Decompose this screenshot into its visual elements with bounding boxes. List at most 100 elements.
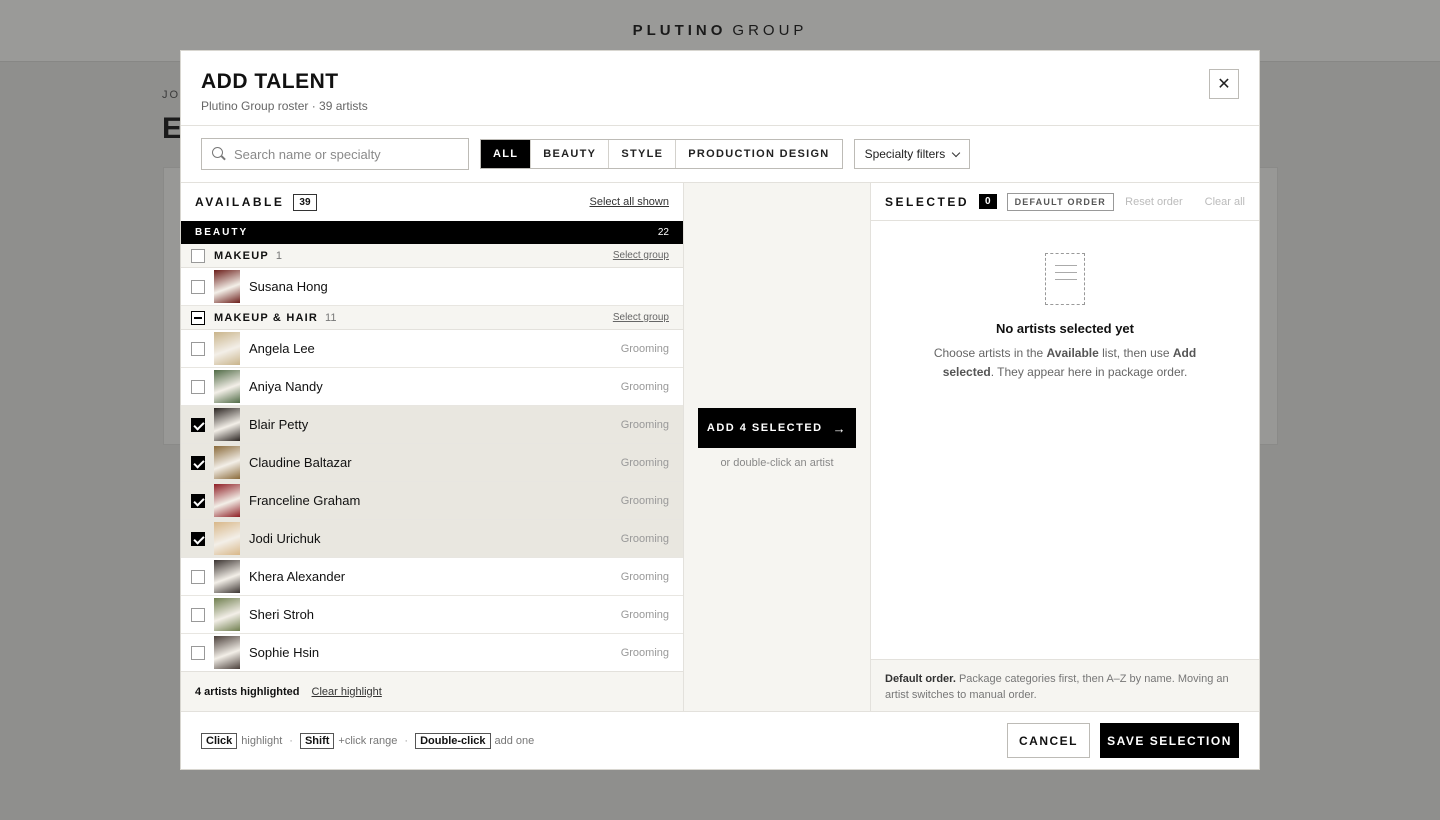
close-icon: ✕ bbox=[1217, 76, 1231, 93]
artist-row[interactable]: Khera Alexander Grooming bbox=[181, 558, 683, 596]
artist-row[interactable]: Aniya Nandy Grooming bbox=[181, 368, 683, 406]
artist-row[interactable]: Susana Hong bbox=[181, 268, 683, 306]
artist-row[interactable]: Sophie Hsin Grooming bbox=[181, 634, 683, 671]
default-order-note: Default order. Package categories first,… bbox=[871, 659, 1259, 711]
category-header-beauty: BEAUTY 22 bbox=[181, 221, 683, 244]
avatar bbox=[214, 484, 240, 517]
category-tabs: ALL BEAUTY STYLE PRODUCTION DESIGN bbox=[480, 139, 843, 169]
artist-checkbox[interactable] bbox=[191, 645, 205, 660]
artist-row[interactable]: Claudine Baltazar Grooming bbox=[181, 444, 683, 482]
category-label: BEAUTY bbox=[195, 227, 249, 238]
empty-document-icon bbox=[1045, 253, 1085, 305]
group-checkbox[interactable] bbox=[191, 310, 205, 325]
artist-row[interactable]: Angela Lee Grooming bbox=[181, 330, 683, 368]
select-group-link[interactable]: Select group bbox=[613, 250, 669, 261]
tab-style[interactable]: STYLE bbox=[609, 140, 677, 168]
modal-subtitle: Plutino Group roster · 39 artists bbox=[201, 99, 368, 113]
artist-checkbox[interactable] bbox=[191, 569, 205, 584]
avatar bbox=[214, 560, 240, 593]
artist-row[interactable]: Blair Petty Grooming bbox=[181, 406, 683, 444]
category-count: 22 bbox=[657, 227, 669, 238]
group-count: 1 bbox=[275, 249, 282, 262]
artist-specialty: Grooming bbox=[620, 456, 669, 469]
tab-all[interactable]: ALL bbox=[481, 140, 532, 168]
artist-specialty: Grooming bbox=[620, 646, 669, 659]
modal-body: AVAILABLE 39 Select all shown BEAUTY 22 … bbox=[181, 183, 1259, 711]
artist-name: Jodi Urichuk bbox=[249, 531, 321, 546]
select-all-shown-link[interactable]: Select all shown bbox=[590, 196, 670, 208]
tab-beauty[interactable]: BEAUTY bbox=[531, 140, 610, 168]
artist-checkbox[interactable] bbox=[191, 379, 205, 394]
group-count: 11 bbox=[325, 311, 337, 324]
group-header: MAKEUP & HAIR 11 Select group bbox=[181, 306, 683, 330]
artist-specialty: Grooming bbox=[620, 570, 669, 583]
specialty-filters-button[interactable]: Specialty filters bbox=[853, 139, 971, 169]
available-list[interactable]: BEAUTY 22 MAKEUP 1 Select group Susana Hong… bbox=[181, 221, 683, 671]
group-label: MAKEUP bbox=[214, 249, 269, 262]
artist-specialty: Grooming bbox=[620, 418, 669, 431]
avatar bbox=[214, 408, 240, 441]
artist-row[interactable]: Jodi Urichuk Grooming bbox=[181, 520, 683, 558]
artist-name: Franceline Graham bbox=[249, 493, 361, 508]
available-panel: AVAILABLE 39 Select all shown BEAUTY 22 … bbox=[181, 183, 684, 711]
hint-text: add one bbox=[494, 734, 535, 747]
artist-checkbox[interactable] bbox=[191, 493, 205, 508]
artist-row[interactable]: Franceline Graham Grooming bbox=[181, 482, 683, 520]
chevron-down-icon bbox=[952, 148, 961, 157]
tab-production-design[interactable]: PRODUCTION DESIGN bbox=[676, 140, 841, 168]
page-title: E bbox=[162, 112, 183, 145]
group-checkbox[interactable] bbox=[191, 248, 205, 263]
close-button[interactable]: ✕ bbox=[1209, 69, 1239, 99]
cancel-button[interactable]: CANCEL bbox=[1007, 723, 1090, 758]
add-selected-label: ADD 4 SELECTED bbox=[706, 422, 823, 434]
artist-name: Sheri Stroh bbox=[249, 607, 315, 622]
available-label: AVAILABLE bbox=[195, 195, 285, 209]
artist-specialty: Grooming bbox=[620, 608, 669, 621]
modal-title: ADD TALENT bbox=[201, 70, 339, 93]
avatar bbox=[214, 370, 240, 403]
selected-empty-state: No artists selected yet Choose artists i… bbox=[871, 221, 1259, 659]
brand-logo: PLUTINO GROUP bbox=[632, 22, 808, 39]
artist-row[interactable]: Sheri Stroh Grooming bbox=[181, 596, 683, 634]
artist-checkbox[interactable] bbox=[191, 607, 205, 622]
avatar bbox=[214, 636, 240, 669]
avatar bbox=[214, 598, 240, 631]
transfer-panel: ADD 4 SELECTED → or double-click an arti… bbox=[684, 183, 871, 711]
artist-checkbox[interactable] bbox=[191, 341, 205, 356]
artist-name: Claudine Baltazar bbox=[249, 455, 352, 470]
hint-separator: · bbox=[404, 734, 409, 747]
arrow-right-icon: → bbox=[832, 420, 848, 436]
available-count: 39 bbox=[293, 193, 317, 211]
selected-count: 0 bbox=[979, 194, 997, 209]
artist-name: Khera Alexander bbox=[249, 569, 346, 584]
selected-panel: SELECTED 0 DEFAULT ORDER Reset order Cle… bbox=[871, 183, 1259, 711]
empty-title: No artists selected yet bbox=[995, 321, 1134, 336]
group-label: MAKEUP & HAIR bbox=[214, 311, 319, 324]
empty-description: Choose artists in the Available list, th… bbox=[933, 346, 1197, 379]
add-selected-button[interactable]: ADD 4 SELECTED → bbox=[698, 408, 856, 448]
artist-checkbox[interactable] bbox=[191, 455, 205, 470]
highlight-count: 4 artists highlighted bbox=[195, 685, 300, 698]
modal-header: ADD TALENT Plutino Group roster · 39 art… bbox=[181, 51, 1259, 126]
hint-key: Shift bbox=[299, 732, 335, 749]
hint-separator: · bbox=[289, 734, 293, 747]
artist-checkbox[interactable] bbox=[191, 531, 205, 546]
save-selection-button[interactable]: SAVE SELECTION bbox=[1100, 723, 1239, 758]
artist-specialty: Grooming bbox=[620, 494, 669, 507]
artist-specialty: Grooming bbox=[620, 532, 669, 545]
hint-key: Double-click bbox=[415, 732, 491, 749]
artist-checkbox[interactable] bbox=[191, 417, 205, 432]
page-breadcrumb: JO bbox=[162, 89, 181, 101]
default-order-badge: DEFAULT ORDER bbox=[1006, 192, 1115, 211]
select-group-link[interactable]: Select group bbox=[613, 312, 669, 323]
artist-checkbox[interactable] bbox=[191, 279, 205, 294]
clear-highlight-link[interactable]: Clear highlight bbox=[312, 686, 382, 698]
clear-all-link[interactable]: Clear all bbox=[1205, 196, 1245, 208]
search-input[interactable] bbox=[234, 146, 458, 162]
artist-specialty: Grooming bbox=[620, 342, 669, 355]
add-talent-modal: ADD TALENT Plutino Group roster · 39 art… bbox=[180, 50, 1260, 770]
search-icon bbox=[212, 147, 226, 161]
group-header: MAKEUP 1 Select group bbox=[181, 244, 683, 268]
hint-text: highlight bbox=[241, 734, 283, 747]
reset-order-link[interactable]: Reset order bbox=[1125, 196, 1182, 208]
